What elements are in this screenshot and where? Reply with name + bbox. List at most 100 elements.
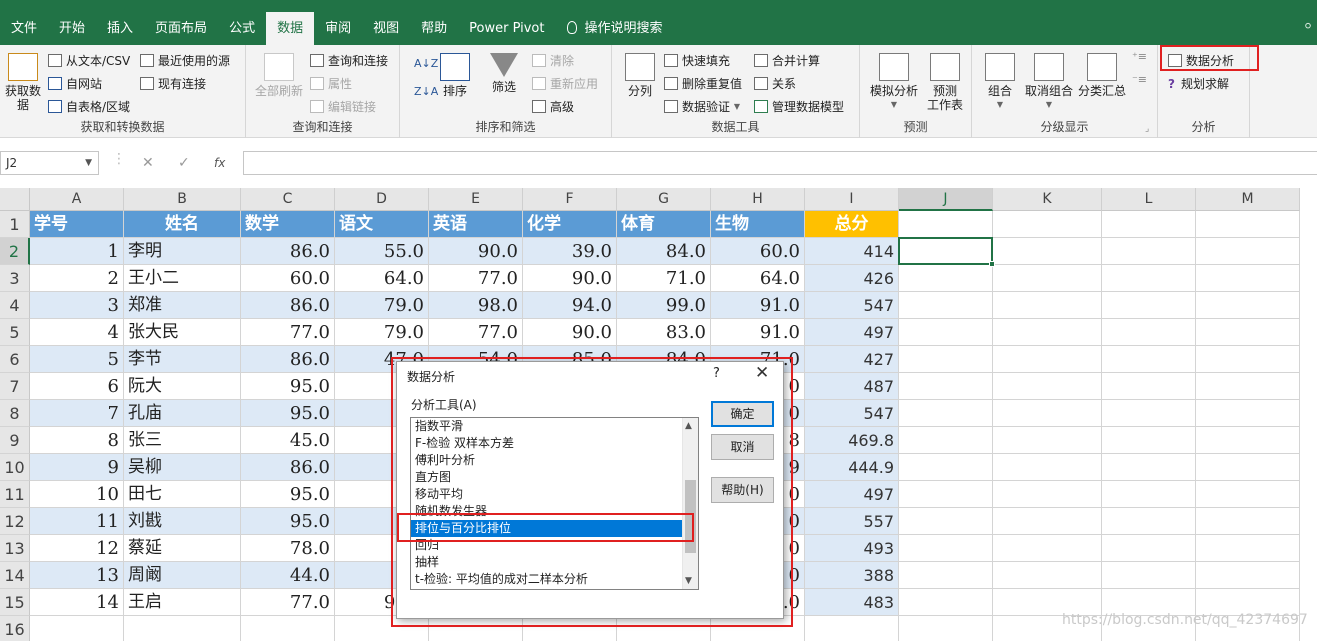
- row-header-16[interactable]: 16: [0, 616, 30, 641]
- tab-home[interactable]: 开始: [48, 12, 96, 45]
- empty-cell[interactable]: [1196, 508, 1300, 535]
- empty-cell[interactable]: [899, 292, 993, 319]
- table-cell[interactable]: 388: [805, 562, 899, 589]
- tab-view[interactable]: 视图: [362, 12, 410, 45]
- table-cell[interactable]: 蔡延: [124, 535, 241, 562]
- empty-cell[interactable]: [993, 562, 1102, 589]
- table-cell[interactable]: 张大民: [124, 319, 241, 346]
- relationships-button[interactable]: 关系: [754, 75, 796, 92]
- table-cell[interactable]: 60.0: [711, 238, 805, 265]
- row-header-2[interactable]: 2: [0, 238, 30, 265]
- row-header-11[interactable]: 11: [0, 481, 30, 508]
- table-cell[interactable]: 8: [30, 427, 124, 454]
- empty-cell[interactable]: [993, 508, 1102, 535]
- get-data-button[interactable]: 获取数据: [2, 49, 44, 112]
- column-header-j[interactable]: J: [899, 188, 993, 211]
- table-cell[interactable]: 阮大: [124, 373, 241, 400]
- empty-cell[interactable]: [899, 616, 993, 641]
- table-cell[interactable]: 483: [805, 589, 899, 616]
- from-table-button[interactable]: 自表格/区域: [48, 98, 130, 115]
- empty-cell[interactable]: [1196, 238, 1300, 265]
- empty-cell[interactable]: [899, 400, 993, 427]
- header-cell-3[interactable]: 数学: [241, 211, 335, 238]
- column-header-f[interactable]: F: [523, 188, 617, 211]
- empty-cell[interactable]: [1102, 211, 1196, 238]
- table-cell[interactable]: 90.0: [523, 319, 617, 346]
- empty-cell[interactable]: [124, 616, 241, 641]
- clear-filter-button[interactable]: 清除: [532, 52, 574, 69]
- table-cell[interactable]: 13: [30, 562, 124, 589]
- row-header-3[interactable]: 3: [0, 265, 30, 292]
- table-cell[interactable]: 497: [805, 319, 899, 346]
- table-cell[interactable]: 55.0: [335, 238, 429, 265]
- empty-cell[interactable]: [1102, 373, 1196, 400]
- table-cell[interactable]: 7: [30, 400, 124, 427]
- table-cell[interactable]: 95.0: [241, 508, 335, 535]
- column-header-b[interactable]: B: [124, 188, 241, 211]
- column-header-h[interactable]: H: [711, 188, 805, 211]
- table-cell[interactable]: 79.0: [335, 292, 429, 319]
- filter-button[interactable]: 筛选: [486, 49, 522, 94]
- row-header-13[interactable]: 13: [0, 535, 30, 562]
- select-all-corner[interactable]: [0, 188, 30, 211]
- table-cell[interactable]: 39.0: [523, 238, 617, 265]
- forecast-sheet-button[interactable]: 预测 工作表: [924, 49, 966, 112]
- table-cell[interactable]: 田七: [124, 481, 241, 508]
- what-if-button[interactable]: 模拟分析 ▼: [866, 49, 922, 112]
- chevron-down-icon[interactable]: ▼: [85, 152, 92, 174]
- table-cell[interactable]: 刘戡: [124, 508, 241, 535]
- column-header-l[interactable]: L: [1102, 188, 1196, 211]
- cancel-icon[interactable]: ✕: [142, 155, 154, 171]
- empty-cell[interactable]: [1196, 319, 1300, 346]
- empty-cell[interactable]: [1102, 427, 1196, 454]
- empty-cell[interactable]: [993, 319, 1102, 346]
- table-cell[interactable]: 64.0: [335, 265, 429, 292]
- empty-cell[interactable]: [1196, 211, 1300, 238]
- flash-fill-button[interactable]: 快速填充: [664, 52, 730, 69]
- row-header-15[interactable]: 15: [0, 589, 30, 616]
- table-cell[interactable]: 547: [805, 292, 899, 319]
- row-header-8[interactable]: 8: [0, 400, 30, 427]
- empty-cell[interactable]: [1102, 562, 1196, 589]
- empty-cell[interactable]: [805, 616, 899, 641]
- empty-cell[interactable]: [1102, 238, 1196, 265]
- empty-cell[interactable]: [1196, 481, 1300, 508]
- active-cell-cursor[interactable]: [898, 237, 995, 267]
- empty-cell[interactable]: [1102, 319, 1196, 346]
- table-cell[interactable]: 12: [30, 535, 124, 562]
- table-cell[interactable]: 547: [805, 400, 899, 427]
- row-header-12[interactable]: 12: [0, 508, 30, 535]
- table-cell[interactable]: 426: [805, 265, 899, 292]
- table-cell[interactable]: 79.0: [335, 319, 429, 346]
- table-cell[interactable]: 9: [30, 454, 124, 481]
- formula-input[interactable]: [243, 151, 1317, 175]
- empty-cell[interactable]: [1196, 454, 1300, 481]
- column-header-c[interactable]: C: [241, 188, 335, 211]
- fill-handle[interactable]: [989, 261, 995, 267]
- empty-cell[interactable]: [899, 319, 993, 346]
- table-cell[interactable]: 497: [805, 481, 899, 508]
- empty-cell[interactable]: [1102, 265, 1196, 292]
- column-header-e[interactable]: E: [429, 188, 523, 211]
- table-cell[interactable]: 90.0: [429, 238, 523, 265]
- empty-cell[interactable]: [1196, 292, 1300, 319]
- tab-formulas[interactable]: 公式: [218, 12, 266, 45]
- table-cell[interactable]: 78.0: [241, 535, 335, 562]
- table-cell[interactable]: 94.0: [523, 292, 617, 319]
- empty-cell[interactable]: [993, 238, 1102, 265]
- empty-cell[interactable]: [993, 292, 1102, 319]
- empty-cell[interactable]: [993, 373, 1102, 400]
- hide-detail-icon[interactable]: ⁻≡: [1132, 73, 1147, 86]
- header-cell-1[interactable]: 学号: [30, 211, 124, 238]
- empty-cell[interactable]: [993, 481, 1102, 508]
- table-cell[interactable]: 吴柳: [124, 454, 241, 481]
- table-cell[interactable]: 孔庙: [124, 400, 241, 427]
- empty-cell[interactable]: [899, 427, 993, 454]
- row-header-1[interactable]: 1: [0, 211, 30, 238]
- empty-cell[interactable]: [1102, 508, 1196, 535]
- empty-cell[interactable]: [899, 481, 993, 508]
- ungroup-button[interactable]: 取消组合 ▼: [1022, 49, 1076, 112]
- table-cell[interactable]: 5: [30, 346, 124, 373]
- group-button[interactable]: 组合 ▼: [980, 49, 1020, 112]
- tab-help[interactable]: 帮助: [410, 12, 458, 45]
